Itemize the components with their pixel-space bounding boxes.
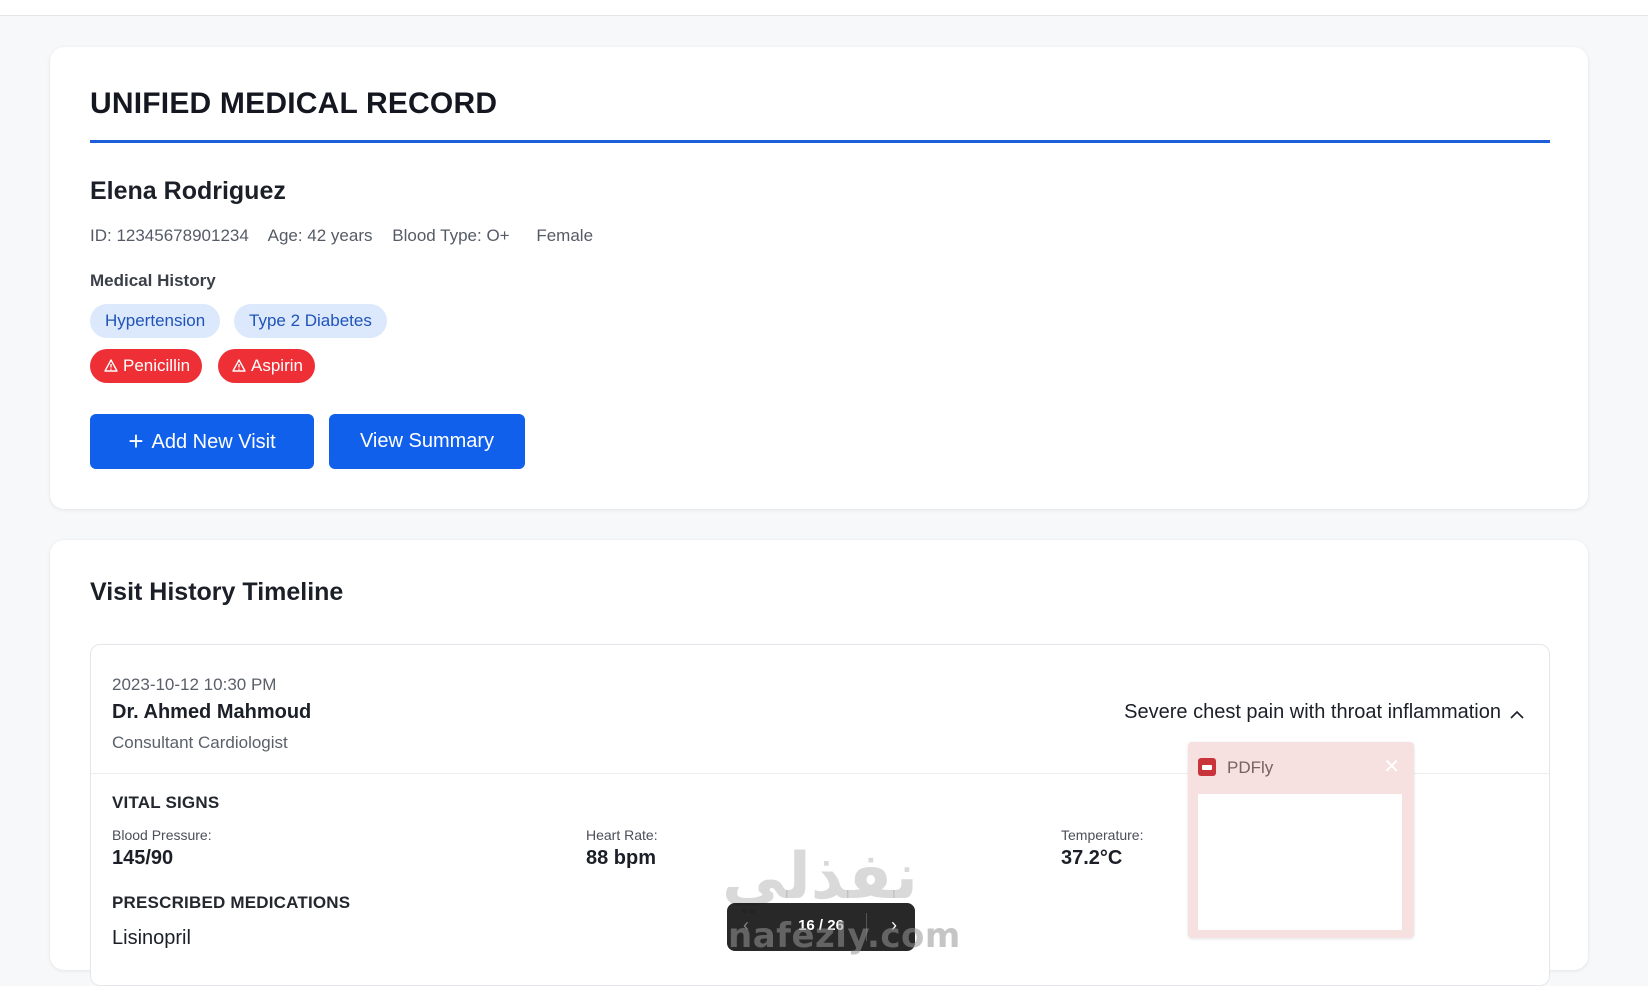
- patient-record-card: UNIFIED MEDICAL RECORD Elena Rodriguez I…: [50, 47, 1588, 509]
- allergy-tag: Penicillin: [90, 349, 203, 383]
- warning-triangle-icon: [104, 359, 118, 372]
- patient-id: ID: 12345678901234: [90, 226, 249, 245]
- visit-doctor: Dr. Ahmed Mahmoud: [112, 701, 312, 723]
- title-divider: [90, 140, 1550, 143]
- pdfly-title: PDFly: [1227, 758, 1274, 777]
- record-title: UNIFIED MEDICAL RECORD: [90, 87, 498, 120]
- visit-datetime: 2023-10-12 10:30 PM: [112, 675, 277, 694]
- add-new-visit-button[interactable]: + Add New Visit: [90, 414, 314, 469]
- patient-meta: ID: 12345678901234 Age: 42 years Blood T…: [90, 226, 608, 246]
- pdf-app-icon: [1198, 758, 1216, 776]
- medications-heading: PRESCRIBED MEDICATIONS: [112, 893, 351, 912]
- allergy-tag: Aspirin: [218, 349, 315, 383]
- close-icon[interactable]: ✕: [1383, 754, 1400, 779]
- patient-name: Elena Rodriguez: [90, 177, 286, 205]
- vital-value: 145/90: [112, 847, 174, 869]
- allergy-label: Penicillin: [123, 356, 191, 375]
- visit-history-title: Visit History Timeline: [90, 578, 344, 606]
- medical-history-label: Medical History: [90, 271, 216, 290]
- patient-age: Age: 42 years: [267, 226, 373, 245]
- watermark-latin: nafezly.com: [728, 916, 961, 956]
- vital-value: 37.2°C: [1061, 847, 1123, 869]
- plus-icon: +: [128, 426, 144, 456]
- vital-value: 88 bpm: [586, 847, 657, 869]
- pdfly-popup[interactable]: PDFly ✕: [1188, 742, 1414, 938]
- vital-label: Temperature:: [1061, 827, 1144, 843]
- patient-sex: Female: [536, 226, 594, 245]
- top-bar: [0, 0, 1648, 16]
- allergy-label: Aspirin: [251, 356, 303, 375]
- medication-item: Lisinopril: [112, 927, 191, 949]
- condition-tag: Type 2 Diabetes: [234, 304, 387, 338]
- vital-signs-heading: VITAL SIGNS: [112, 793, 220, 812]
- view-summary-button[interactable]: View Summary: [329, 414, 525, 469]
- patient-blood-type: Blood Type: O+: [392, 226, 510, 245]
- visit-complaint: Severe chest pain with throat inflammati…: [1124, 701, 1501, 723]
- vital-label: Blood Pressure:: [112, 827, 212, 843]
- condition-tag: Hypertension: [90, 304, 221, 338]
- vital-label: Heart Rate:: [586, 827, 658, 843]
- warning-triangle-icon: [232, 359, 246, 372]
- chevron-up-icon[interactable]: [1509, 707, 1525, 723]
- pdf-preview: [1198, 794, 1402, 930]
- add-new-visit-label: Add New Visit: [151, 431, 276, 453]
- visit-doctor-role: Consultant Cardiologist: [112, 733, 288, 752]
